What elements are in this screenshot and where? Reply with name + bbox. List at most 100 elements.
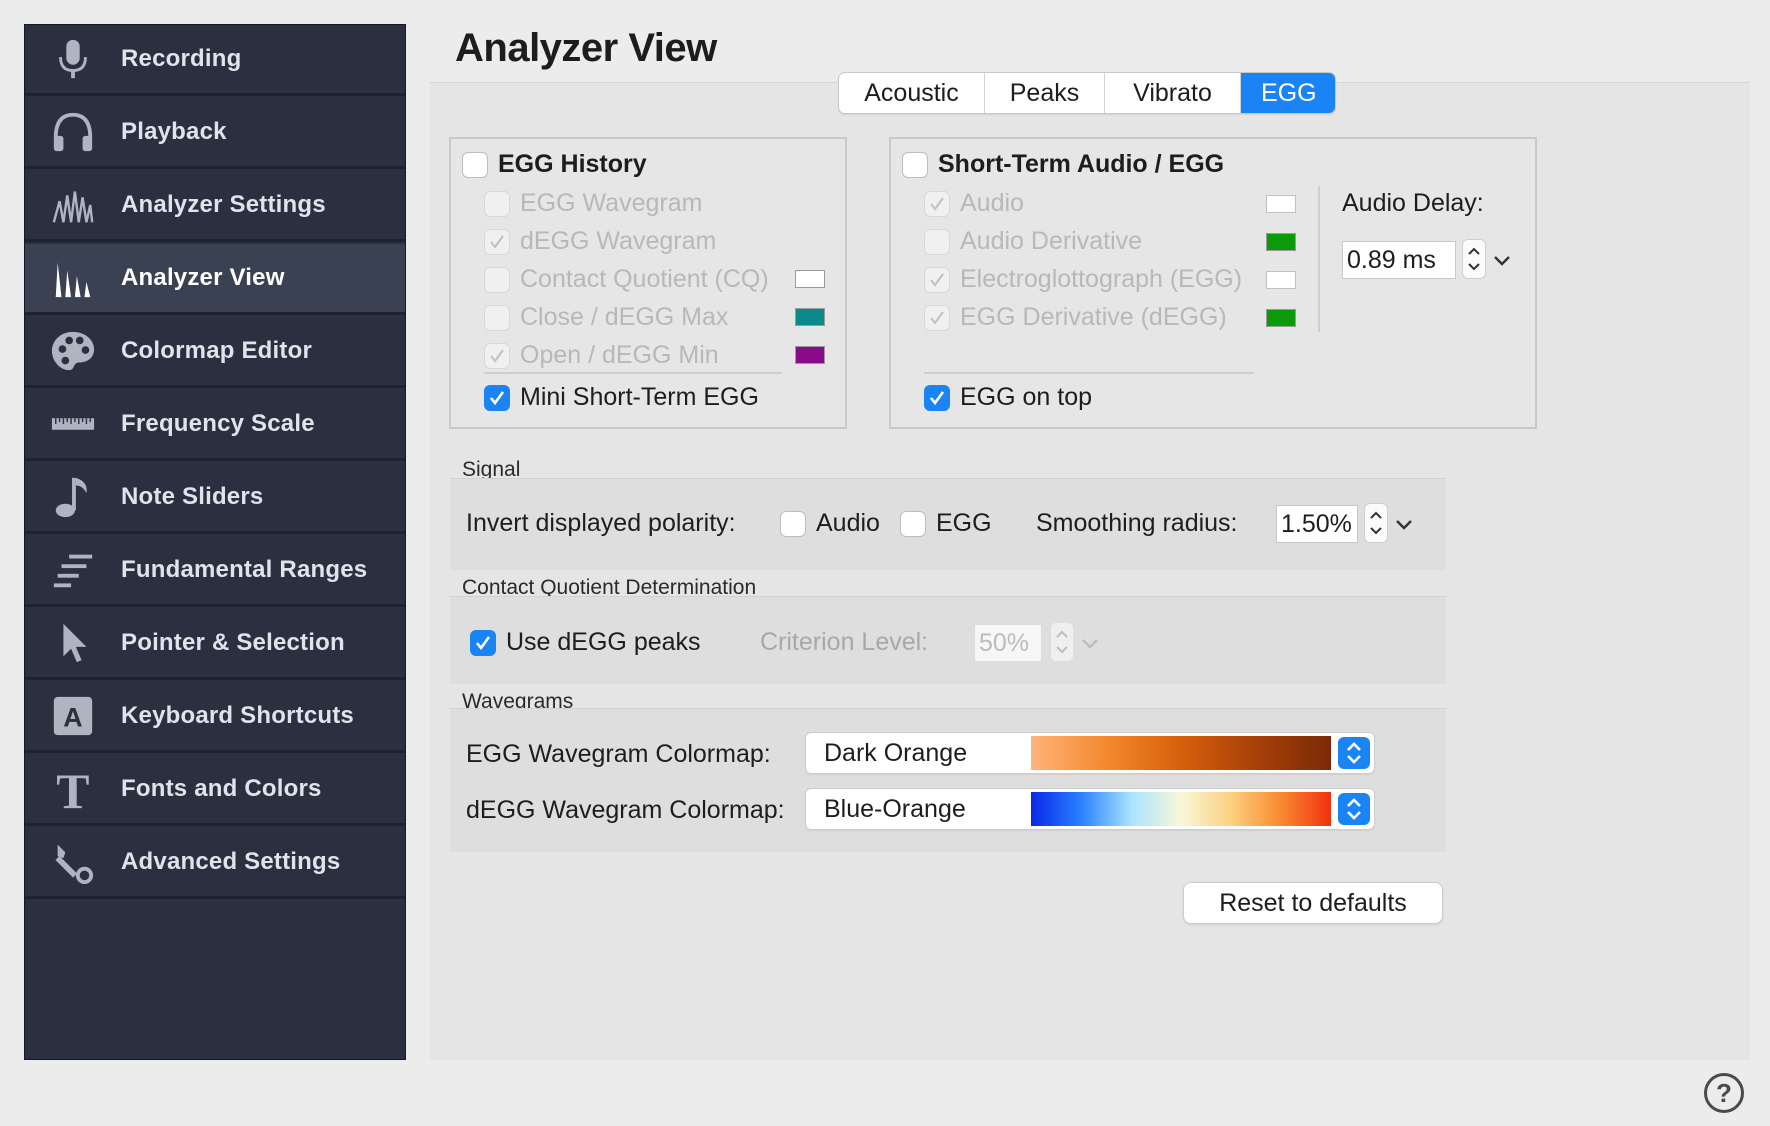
wrench-icon [49, 838, 97, 886]
ruler-icon [49, 400, 97, 448]
invert-egg-checkbox[interactable] [900, 510, 926, 537]
audio-delay-label: Audio Delay: [1342, 189, 1484, 217]
contact-quotient-label: Contact Quotient (CQ) [520, 265, 769, 293]
short-term-row: Short-Term Audio / EGG [902, 150, 1224, 179]
audio-derivative-color-swatch[interactable] [1266, 233, 1296, 251]
sidebar-item-colormap-editor[interactable]: Colormap Editor [25, 317, 405, 388]
reset-defaults-button[interactable]: Reset to defaults [1183, 882, 1443, 924]
sidebar-item-label: Analyzer View [121, 264, 285, 291]
egg-derivative-color-swatch[interactable] [1266, 309, 1296, 327]
sidebar-item-fonts-colors[interactable]: T Fonts and Colors [25, 755, 405, 826]
egg-colormap-select[interactable]: Dark Orange [805, 732, 1375, 774]
sidebar: Recording Playback Analyzer Settings Ana… [24, 24, 406, 1060]
degg-wavegram-row: dEGG Wavegram [484, 227, 716, 256]
invert-audio-checkbox[interactable] [780, 510, 806, 537]
invert-audio-row: Audio [780, 509, 880, 538]
egg-wavegram-checkbox[interactable] [484, 190, 510, 217]
tab-vibrato[interactable]: Vibrato [1105, 73, 1241, 113]
sidebar-item-advanced-settings[interactable]: Advanced Settings [25, 828, 405, 899]
sidebar-item-label: Colormap Editor [121, 337, 313, 364]
audio-delay-stepper[interactable] [1462, 239, 1486, 279]
cq-color-swatch[interactable] [795, 270, 825, 288]
degg-colormap-gradient [1031, 792, 1331, 826]
keyboard-key-icon: A [49, 692, 97, 740]
close-degg-max-row: Close / dEGG Max [484, 303, 728, 332]
tab-peaks[interactable]: Peaks [985, 73, 1105, 113]
headphones-icon [49, 108, 97, 156]
sidebar-item-recording[interactable]: Recording [25, 25, 405, 96]
analyzer-settings-icon [49, 181, 97, 229]
egg-history-checkbox[interactable] [462, 151, 488, 178]
sidebar-item-keyboard-shortcuts[interactable]: A Keyboard Shortcuts [25, 682, 405, 753]
egg-wavegram-label: EGG Wavegram [520, 189, 703, 217]
short-term-checkbox[interactable] [902, 151, 928, 178]
degg-wavegram-checkbox[interactable] [484, 228, 510, 255]
palette-icon [49, 327, 97, 375]
egg-derivative-checkbox[interactable] [924, 304, 950, 331]
egg-derivative-row: EGG Derivative (dEGG) [924, 303, 1227, 332]
egg-checkbox[interactable] [924, 266, 950, 293]
egg-wavegram-row: EGG Wavegram [484, 189, 702, 218]
degg-colormap-select[interactable]: Blue-Orange [805, 788, 1375, 830]
smoothing-field[interactable]: 1.50% [1276, 505, 1358, 543]
sidebar-item-playback[interactable]: Playback [25, 98, 405, 169]
close-degg-max-checkbox[interactable] [484, 304, 510, 331]
contact-quotient-checkbox[interactable] [484, 266, 510, 293]
mini-short-term-label: Mini Short-Term EGG [520, 383, 759, 411]
sidebar-item-label: Note Sliders [121, 483, 264, 510]
ranges-icon [49, 546, 97, 594]
svg-text:A: A [63, 703, 83, 733]
audio-color-swatch[interactable] [1266, 195, 1296, 213]
mini-short-term-row: Mini Short-Term EGG [484, 383, 759, 412]
sidebar-item-analyzer-view[interactable]: Analyzer View [25, 244, 405, 315]
mini-short-term-checkbox[interactable] [484, 384, 510, 411]
sidebar-item-analyzer-settings[interactable]: Analyzer Settings [25, 171, 405, 242]
select-arrows-icon [1338, 793, 1370, 825]
sidebar-item-label: Pointer & Selection [121, 629, 345, 656]
degg-colormap-value: Blue-Orange [824, 795, 966, 823]
egg-on-top-checkbox[interactable] [924, 384, 950, 411]
chevron-down-icon[interactable] [1080, 637, 1100, 651]
sidebar-item-note-sliders[interactable]: Note Sliders [25, 463, 405, 534]
invert-egg-label: EGG [936, 509, 992, 537]
chevron-down-icon[interactable] [1492, 254, 1512, 268]
sidebar-item-label: Advanced Settings [121, 848, 341, 875]
chevron-down-icon[interactable] [1394, 518, 1414, 532]
select-arrows-icon [1338, 737, 1370, 769]
sidebar-item-fundamental-ranges[interactable]: Fundamental Ranges [25, 536, 405, 607]
invert-polarity-label: Invert displayed polarity: [466, 509, 736, 537]
invert-egg-row: EGG [900, 509, 992, 538]
close-color-swatch[interactable] [795, 308, 825, 326]
smoothing-label: Smoothing radius: [1036, 509, 1238, 537]
audio-derivative-checkbox[interactable] [924, 228, 950, 255]
analyzer-view-icon [49, 254, 97, 302]
egg-history-title: EGG History [498, 150, 647, 178]
smoothing-stepper[interactable] [1364, 503, 1388, 543]
audio-row: Audio [924, 189, 1024, 218]
help-icon[interactable]: ? [1704, 1073, 1744, 1113]
short-term-title: Short-Term Audio / EGG [938, 150, 1225, 178]
egg-row: Electroglottograph (EGG) [924, 265, 1242, 294]
audio-delay-field[interactable]: 0.89 ms [1342, 241, 1456, 279]
music-note-icon [49, 473, 97, 521]
audio-checkbox[interactable] [924, 190, 950, 217]
criterion-stepper[interactable] [1050, 622, 1074, 662]
use-degg-checkbox[interactable] [470, 629, 496, 656]
open-degg-min-checkbox[interactable] [484, 342, 510, 369]
tab-egg[interactable]: EGG [1241, 73, 1335, 113]
criterion-field[interactable]: 50% [974, 624, 1042, 662]
criterion-label: Criterion Level: [760, 628, 929, 656]
audio-derivative-label: Audio Derivative [960, 227, 1143, 255]
wavegrams-section [450, 708, 1446, 852]
sidebar-item-pointer-selection[interactable]: Pointer & Selection [25, 609, 405, 680]
vertical-divider [1318, 186, 1320, 332]
tab-acoustic[interactable]: Acoustic [839, 73, 985, 113]
egg-color-swatch[interactable] [1266, 271, 1296, 289]
sidebar-item-frequency-scale[interactable]: Frequency Scale [25, 390, 405, 461]
sidebar-item-label: Frequency Scale [121, 410, 315, 437]
sidebar-item-label: Analyzer Settings [121, 191, 326, 218]
audio-label: Audio [960, 189, 1024, 217]
sidebar-item-label: Keyboard Shortcuts [121, 702, 354, 729]
open-degg-min-label: Open / dEGG Min [520, 341, 719, 369]
open-color-swatch[interactable] [795, 346, 825, 364]
